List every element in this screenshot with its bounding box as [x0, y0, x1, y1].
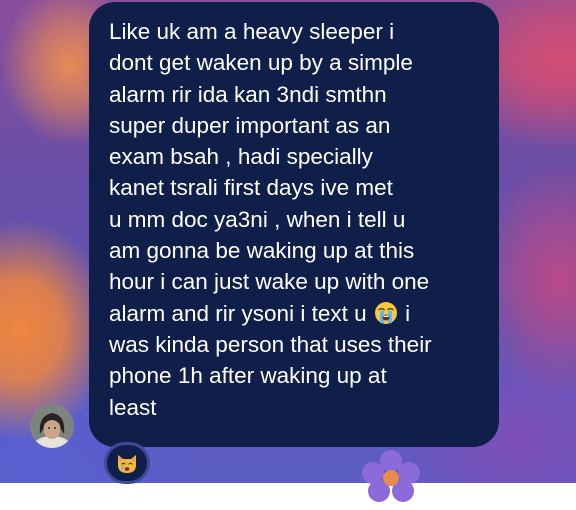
sender-avatar[interactable] [30, 404, 74, 448]
message-line: phone 1h after waking up at [109, 363, 387, 389]
message-line: least [109, 394, 157, 420]
message-line: i [405, 300, 411, 326]
message-line: kanet tsrali first days ive met [109, 175, 393, 201]
flower-decoration [356, 450, 426, 510]
message-line: Like uk am a heavy sleeper i [109, 19, 395, 44]
message-line: am gonna be waking up at this [109, 238, 415, 264]
message-line: u mm doc ya3ni , when i tell u [109, 206, 406, 232]
message-line: hour i can just wake up with one [109, 269, 430, 295]
loudly-crying-face-icon [374, 301, 397, 324]
message-line: super duper important as an [109, 112, 391, 138]
message-line: was kinda person that uses their [109, 331, 432, 357]
crying-cat-face-icon [118, 455, 136, 473]
avatar-photo [30, 404, 74, 448]
message-line: alarm and rir ysoni i text u [109, 300, 367, 326]
reaction-badge[interactable] [104, 442, 150, 484]
message-line-with-emoji: alarm and rir ysoni i text u i [109, 298, 489, 329]
message-line: exam bsah , hadi specially [109, 144, 373, 170]
message-line: dont get waken up by a simple [109, 50, 413, 76]
message-text: Like uk am a heavy sleeper i dont get wa… [109, 16, 489, 423]
message-line: alarm rir ida kan 3ndi smthn [109, 81, 387, 107]
